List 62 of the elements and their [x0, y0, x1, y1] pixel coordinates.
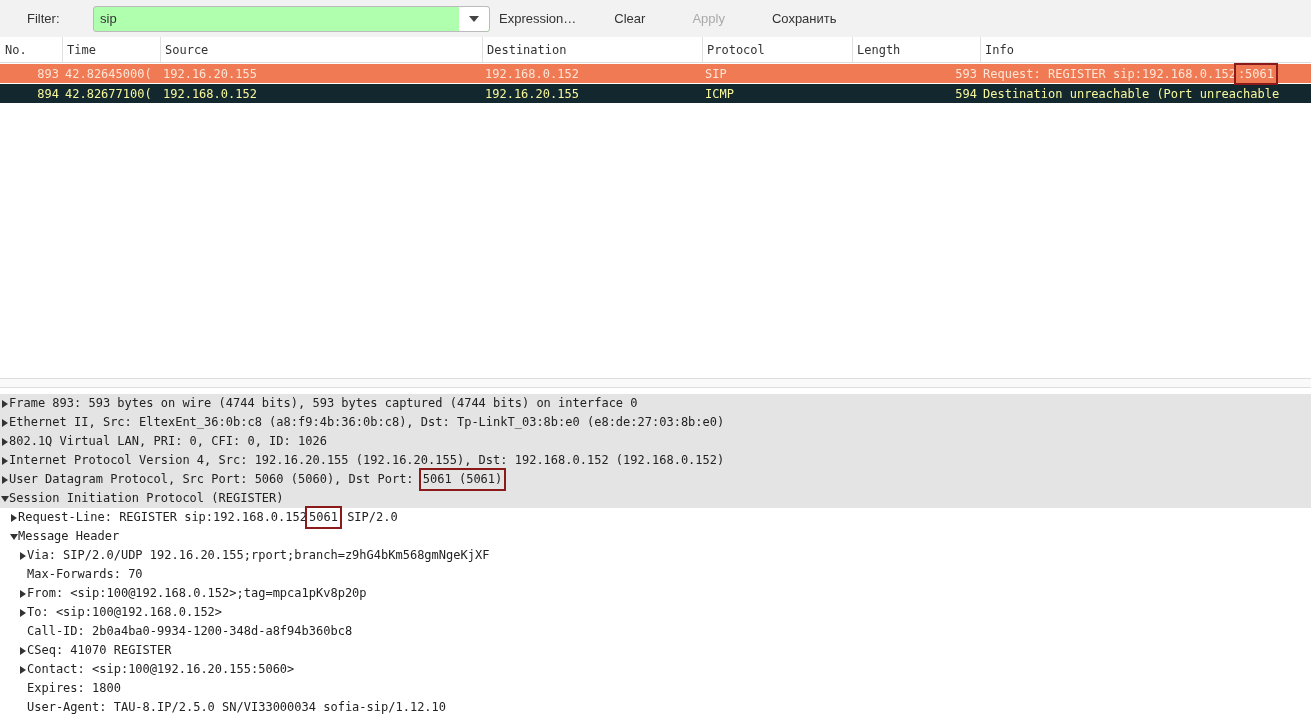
tree-item-text: CSeq: 41070 REGISTER [27, 642, 172, 659]
number-cell-text: 893 [36, 65, 60, 83]
expand-triangle-icon[interactable] [0, 437, 9, 446]
column-header[interactable]: Time [62, 37, 160, 62]
highlight-box: :5061 [1235, 64, 1276, 83]
tree-item-text: Request-Line: REGISTER sip:192.168.0.152 [18, 509, 307, 526]
tree-item-text: Ethernet II, Src: EltexEnt_36:0b:c8 (a8:f9:4b:36:0b:c8), Dst: Tp-LinkT_03:8b:e0 (e8:de:27:03:8b:e0) [9, 414, 725, 431]
source-cell-text: 192.168.0.152 [162, 85, 258, 103]
length-cell-text: 593 [954, 65, 978, 83]
tree-item-text: User-Agent: TAU-8.IP/2.5.0 SN/VI33000034 sofia-sip/1.12.10 [27, 699, 447, 716]
tree-item-text: Message Header [18, 528, 120, 545]
info-cell-text: Destination unreachable (Port unreachable [983, 85, 1280, 103]
expand-triangle-icon[interactable] [0, 456, 9, 465]
toolbar-button[interactable]: Expression… [491, 8, 585, 29]
expand-triangle-icon[interactable] [0, 475, 9, 484]
time-cell-text: 42.82677100( [64, 85, 153, 103]
packet-row[interactable]: 894 42.82677100( 192.168.0.152 192.16.20.155 ICMP 594 Destination unreachable (Port unreachable [0, 84, 1311, 103]
tree-item-text: 802.1Q Virtual LAN, PRI: 0, CFI: 0, ID: 1026 [9, 433, 327, 450]
time-cell-text: 42.82645000( [64, 65, 153, 83]
tree-item-text: User Datagram Protocol, Src Port: 5060 (5060), Dst Port: [9, 471, 415, 488]
collapse-triangle-icon[interactable] [9, 532, 18, 541]
tree-item-text: Internet Protocol Version 4, Src: 192.16.20.155 (192.16.20.155), Dst: 192.168.0.152 (192.168.0.152) [9, 452, 725, 469]
expand-triangle-icon[interactable] [18, 608, 27, 617]
expand-triangle-icon[interactable] [18, 551, 27, 560]
source-cell-text: 192.16.20.155 [162, 65, 258, 83]
column-header[interactable]: Length [852, 37, 980, 62]
column-header[interactable]: Protocol [702, 37, 852, 62]
toolbar-button[interactable]: Сохранить [763, 8, 845, 29]
number-cell-text: 894 [36, 85, 60, 103]
expand-triangle-icon[interactable] [18, 665, 27, 674]
info-cell-text: Request: REGISTER sip:192.168.0.152 [983, 65, 1236, 83]
column-header[interactable]: Info [980, 37, 1311, 62]
tree-item-text: Expires: 1800 [27, 680, 121, 697]
destination-cell-text: 192.16.20.155 [484, 85, 580, 103]
highlight-box: 5061 [307, 508, 340, 527]
collapse-triangle-icon[interactable] [0, 494, 9, 503]
column-header[interactable]: No. [0, 37, 62, 62]
length-cell-text: 594 [954, 85, 978, 103]
expand-triangle-icon[interactable] [9, 513, 18, 522]
tree-item-text: Frame 893: 593 bytes on wire (4744 bits), 593 bytes captured (4744 bits) on interface 0 [9, 395, 638, 412]
tree-item-text: To: <sip:100@192.168.0.152> [27, 604, 223, 621]
highlight-box: 5061 (5061) [420, 470, 505, 489]
destination-cell-text: 192.168.0.152 [484, 65, 580, 83]
tree-item-text: From: <sip:100@192.168.0.152>;tag=mpca1pKv8p20p [27, 585, 367, 602]
tree-item-text: Session Initiation Protocol (REGISTER) [9, 490, 284, 507]
expand-triangle-icon[interactable] [18, 589, 27, 598]
filter-field[interactable]: sip [93, 5, 490, 32]
tree-item-text: Call-ID: 2b0a4ba0-9934-1200-348d-a8f94b360bc8 [27, 623, 353, 640]
toolbar-button[interactable]: Clear [606, 8, 654, 29]
tree-item-text: Contact: <sip:100@192.16.20.155:5060> [27, 661, 295, 678]
protocol-cell-text: ICMP [704, 85, 735, 103]
tree-item-text: Via: SIP/2.0/UDP 192.16.20.155;rport;branch=z9hG4bKm568gmNgeKjXF [27, 547, 490, 564]
tree-item-text: SIP/2.0 [347, 509, 398, 526]
dropdown-caret-icon[interactable] [459, 6, 489, 31]
protocol-cell-text: SIP [704, 65, 728, 83]
expand-triangle-icon[interactable] [0, 418, 9, 427]
expand-triangle-icon[interactable] [18, 646, 27, 655]
filter-label: Filter: [27, 9, 61, 28]
column-header[interactable]: Source [160, 37, 482, 62]
column-header[interactable]: Destination [482, 37, 702, 62]
tree-item-text: Max-Forwards: 70 [27, 566, 143, 583]
expand-triangle-icon[interactable] [0, 399, 9, 408]
